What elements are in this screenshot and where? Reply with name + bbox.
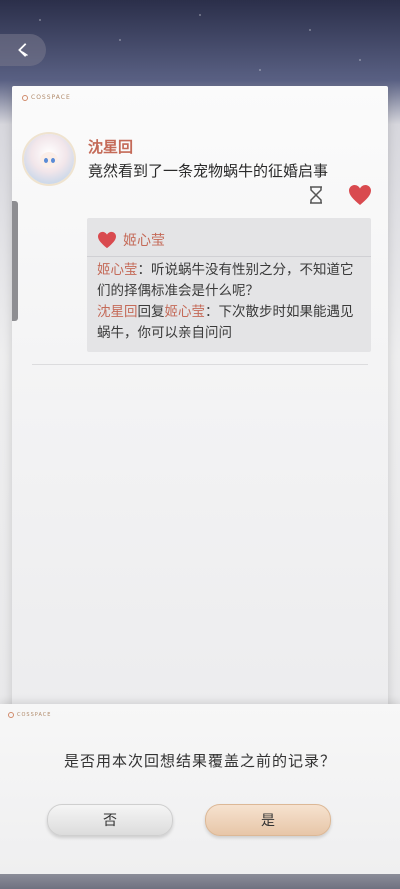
reply-word: 回复 xyxy=(137,304,165,320)
overwrite-dialog: COSSPACE 是否用本次回想结果覆盖之前的记录？ 否 是 xyxy=(0,704,400,874)
likes-row: 姬心莹 xyxy=(97,230,165,250)
no-button[interactable]: 否 xyxy=(47,804,173,836)
scrollbar-handle[interactable] xyxy=(12,201,18,321)
back-button[interactable] xyxy=(0,34,46,66)
comment-item[interactable]: 沈星回回复姬心莹：下次散步时如果能遇见蜗牛，你可以亲自问问 xyxy=(97,302,359,344)
card-logo: COSSPACE xyxy=(22,94,71,101)
liker-name[interactable]: 姬心莹 xyxy=(123,230,165,250)
dialog-logo: COSSPACE xyxy=(8,712,51,718)
bottom-strip xyxy=(0,874,400,889)
post-author[interactable]: 沈星回 xyxy=(88,136,133,157)
post-text: 竟然看到了一条宠物蜗牛的征婚启事 xyxy=(88,162,329,180)
comment-item[interactable]: 姬心莹：听说蜗牛没有性别之分，不知道它们的择偶标准会是什么呢？ xyxy=(97,260,359,302)
moment-card: COSSPACE 沈星回 竟然看到了一条宠物蜗牛的征婚启事 姬心莹 姬心莹：听说… xyxy=(12,86,388,726)
comment-author[interactable]: 沈星回 xyxy=(97,304,138,320)
logo-mark-icon xyxy=(8,712,14,718)
comment-separator: ： xyxy=(137,262,152,278)
yes-button[interactable]: 是 xyxy=(205,804,331,836)
card-logo-text: COSSPACE xyxy=(31,94,71,101)
chevron-left-icon xyxy=(18,43,28,57)
logo-mark-icon xyxy=(22,94,28,101)
card-divider xyxy=(32,364,368,365)
comment-separator: ： xyxy=(205,304,219,320)
divider xyxy=(87,256,371,257)
dialog-question: 是否用本次回想结果覆盖之前的记录？ xyxy=(63,752,336,770)
comment-section: 姬心莹 姬心莹：听说蜗牛没有性别之分，不知道它们的择偶标准会是什么呢？ 沈星回回… xyxy=(87,218,371,352)
hourglass-icon[interactable] xyxy=(308,186,324,204)
dialog-logo-text: COSSPACE xyxy=(17,712,52,718)
avatar[interactable] xyxy=(24,134,74,184)
comment-author[interactable]: 姬心莹 xyxy=(97,262,138,278)
reply-target[interactable]: 姬心莹 xyxy=(165,304,206,320)
heart-icon[interactable] xyxy=(348,184,372,206)
heart-icon xyxy=(98,231,116,249)
